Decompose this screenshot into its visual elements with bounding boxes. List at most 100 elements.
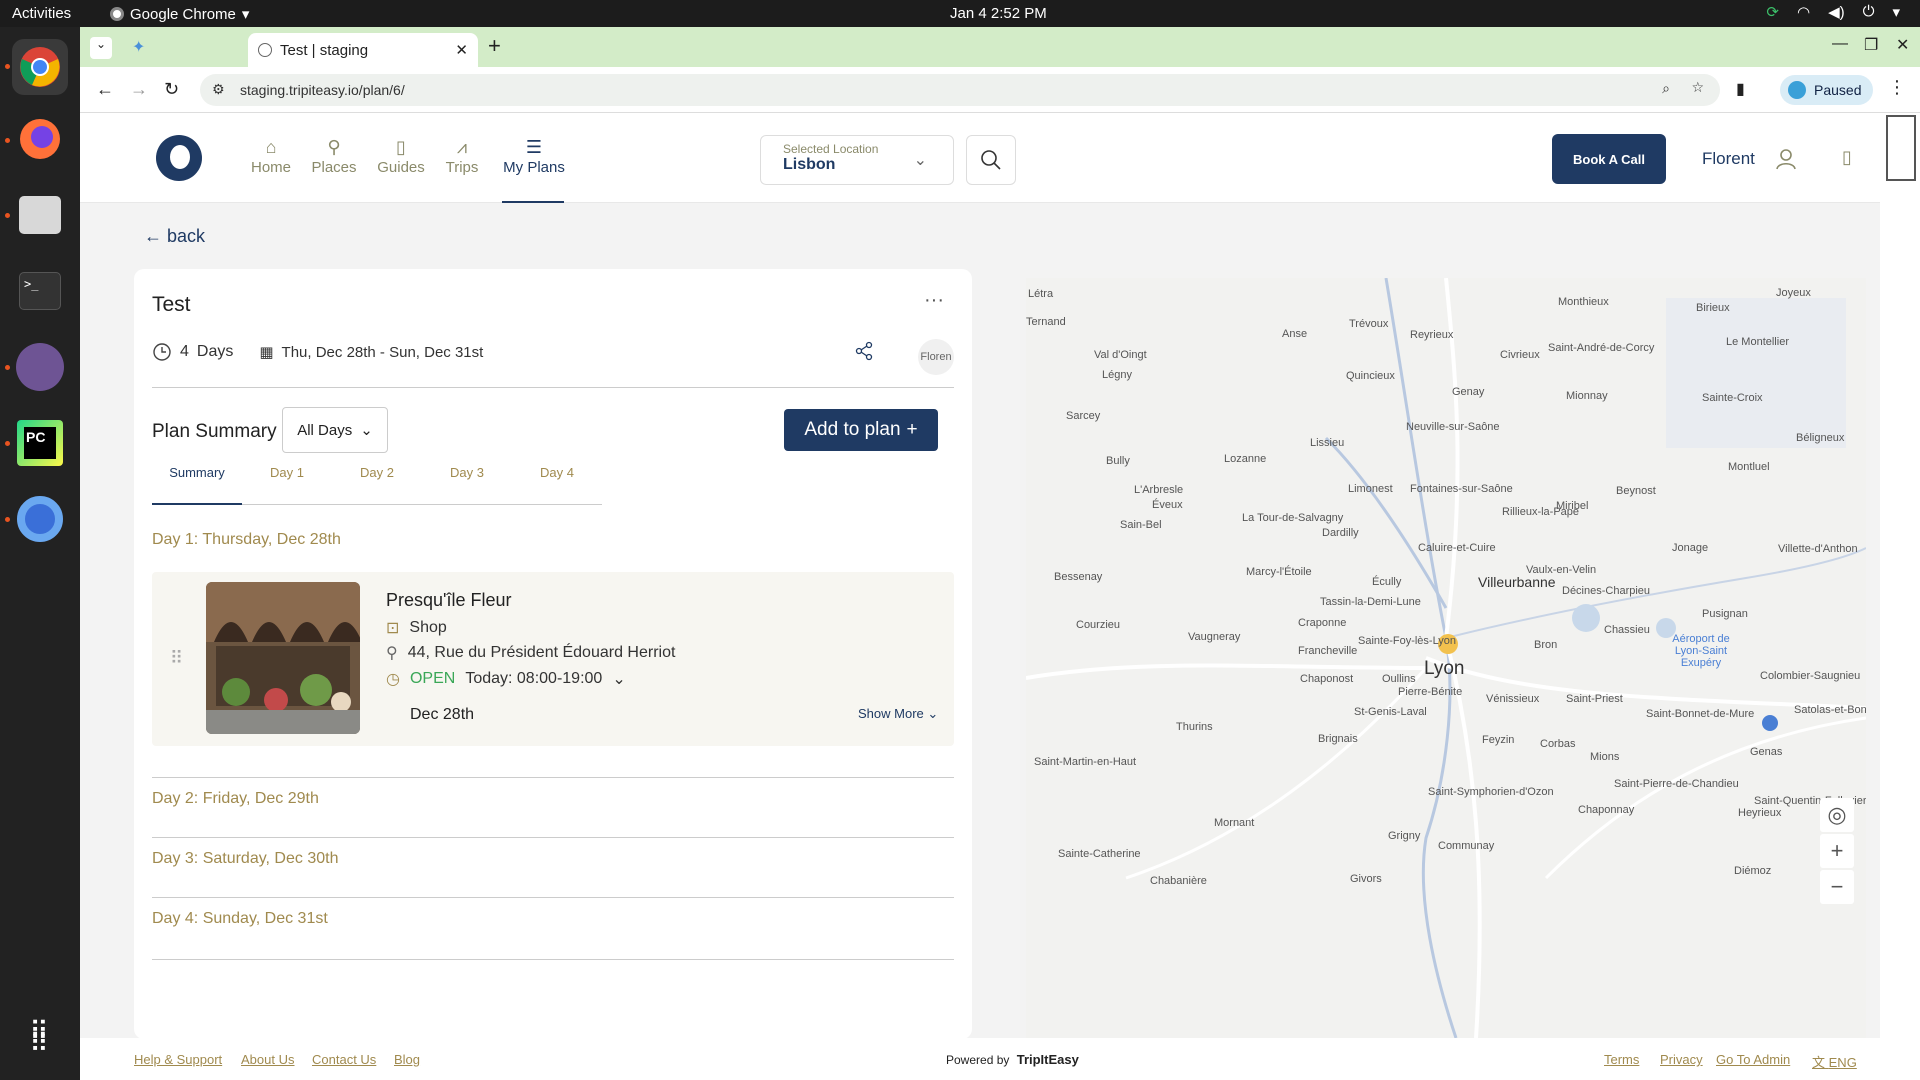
place-hours[interactable]: ◷ OPEN Today: 08:00-19:00 ⌄ xyxy=(386,669,626,689)
back-link[interactable]: ← back xyxy=(144,226,205,247)
address-bar[interactable]: ⚙ staging.tripiteasy.io/plan/6/ ⌕ ☆ xyxy=(200,74,1720,106)
home-icon: ⌂ xyxy=(265,137,277,157)
running-indicator xyxy=(5,517,10,522)
system-tray[interactable]: ⟳ ◠ ◀) ⏻ ▾ xyxy=(1766,3,1900,21)
map-place-label: Francheville xyxy=(1298,645,1358,657)
minimize-icon[interactable]: — xyxy=(1832,35,1848,53)
chrome-dock-icon[interactable] xyxy=(12,39,68,95)
nav-my-plans[interactable]: ☰ My Plans xyxy=(502,137,566,176)
tab-day-4[interactable]: Day 4 xyxy=(512,465,602,505)
browser-tab-active[interactable]: Test | staging ✕ xyxy=(248,33,478,67)
door-icon[interactable]: ▯ xyxy=(1842,147,1852,168)
firefox-dock-icon[interactable] xyxy=(12,111,68,167)
plan-meta: 4 Days ▦ Thu, Dec 28th - Sun, Dec 31st xyxy=(152,342,483,362)
search-button[interactable] xyxy=(966,135,1016,185)
nav-places[interactable]: ⚲ Places xyxy=(310,137,358,176)
map-place-label: Feyzin xyxy=(1482,734,1515,746)
road-icon: ⩘ xyxy=(456,137,468,157)
user-icon[interactable] xyxy=(1774,147,1798,171)
new-tab-button[interactable]: + xyxy=(488,33,501,59)
github-dock-icon[interactable] xyxy=(12,339,68,395)
map-pin-icon: ⚲ xyxy=(327,137,341,157)
tab-search-icon[interactable]: ⌄ xyxy=(90,37,112,59)
profile-button[interactable]: Paused xyxy=(1780,75,1874,105)
tab-summary[interactable]: Summary xyxy=(152,465,242,505)
reload-icon[interactable]: ↻ xyxy=(164,79,179,100)
footer-link-privacy[interactable]: Privacy xyxy=(1660,1052,1703,1067)
add-to-plan-button[interactable]: Add to plan + xyxy=(784,409,938,451)
brand-name[interactable]: TripItEasy xyxy=(1017,1052,1079,1067)
bookmark-star-icon[interactable]: ☆ xyxy=(1691,79,1704,96)
open-status: OPEN xyxy=(409,670,456,687)
zoom-in-button[interactable]: + xyxy=(1820,834,1854,868)
footer-link-help[interactable]: Help & Support xyxy=(134,1052,222,1067)
extension-tab-icon[interactable]: ✦ xyxy=(132,37,145,57)
site-logo[interactable] xyxy=(156,135,202,181)
powered-by: Powered by TripItEasy xyxy=(946,1052,1079,1067)
language-selector[interactable]: 文 ENG xyxy=(1812,1052,1857,1071)
user-name[interactable]: Florent xyxy=(1702,149,1755,169)
map-place-label: Vaugneray xyxy=(1188,631,1241,643)
footer-link-contact[interactable]: Contact Us xyxy=(312,1052,376,1067)
day-heading[interactable]: Day 2: Friday, Dec 29th xyxy=(152,790,319,808)
map-place-label: Brignais xyxy=(1318,733,1358,745)
map-place-label: Marcy-l'Étoile xyxy=(1246,566,1312,578)
avatar[interactable]: Floren xyxy=(918,339,954,375)
chevron-down-icon: ▾ xyxy=(241,6,250,23)
map-place-label: Éveux xyxy=(1152,499,1183,511)
share-icon[interactable] xyxy=(854,341,874,361)
show-apps-icon[interactable]: ⠿ ⠿ xyxy=(12,1017,68,1073)
book-call-button[interactable]: Book A Call xyxy=(1552,134,1666,184)
footer-link-about[interactable]: About Us xyxy=(241,1052,294,1067)
kebab-menu-icon[interactable]: ⋮ xyxy=(1888,77,1906,98)
forward-arrow-icon[interactable]: → xyxy=(130,79,148,100)
tab-day-2[interactable]: Day 2 xyxy=(332,465,422,505)
maximize-icon[interactable]: ❐ xyxy=(1864,35,1878,55)
window-close-icon[interactable]: ✕ xyxy=(1896,35,1909,55)
day-heading[interactable]: Day 3: Saturday, Dec 30th xyxy=(152,850,338,868)
drag-handle-icon[interactable]: ⠿ xyxy=(170,648,183,669)
footer-link-blog[interactable]: Blog xyxy=(394,1052,420,1067)
map-place-label: Tassin-la-Demi-Lune xyxy=(1320,596,1421,608)
footer-link-terms[interactable]: Terms xyxy=(1604,1052,1639,1067)
show-more-button[interactable]: Show More ⌄ xyxy=(858,706,938,722)
shop-icon: ⊡ xyxy=(386,620,400,637)
my-location-button[interactable]: ◎ xyxy=(1820,798,1854,832)
more-options-icon[interactable]: ··· xyxy=(924,289,944,312)
files-dock-icon[interactable] xyxy=(12,187,68,243)
footer-link-admin[interactable]: Go To Admin xyxy=(1716,1052,1790,1067)
day-filter-select[interactable]: All Days ⌄ xyxy=(282,407,388,453)
map-place-label: Chaponost xyxy=(1300,673,1354,685)
running-indicator xyxy=(5,64,10,69)
back-arrow-icon[interactable]: ← xyxy=(96,79,114,100)
map-place-label: Bessenay xyxy=(1054,571,1103,583)
pycharm-dock-icon[interactable]: PC xyxy=(12,415,68,471)
nav-trips[interactable]: ⩘ Trips xyxy=(444,137,480,176)
location-selector[interactable]: Selected Location Lisbon ⌄ xyxy=(760,135,954,185)
day-heading[interactable]: Day 4: Sunday, Dec 31st xyxy=(152,910,328,928)
terminal-dock-icon[interactable]: >_ xyxy=(12,263,68,319)
hours-text: Today: 08:00-19:00 xyxy=(465,670,603,687)
tab-day-1[interactable]: Day 1 xyxy=(242,465,332,505)
place-name[interactable]: Presqu'île Fleur xyxy=(386,590,512,611)
browser-toolbar: ← → ↻ ⚙ staging.tripiteasy.io/plan/6/ ⌕ … xyxy=(80,67,1920,113)
site-info-icon[interactable]: ⚙ xyxy=(212,81,225,98)
plan-item[interactable]: ⠿ Presqu'île Fleur ⊡ Shop ⚲ 44, Rue du P… xyxy=(152,572,954,746)
zoom-icon[interactable]: ⌕ xyxy=(1662,80,1670,97)
app-menu[interactable]: Google Chrome ▾ xyxy=(110,5,249,23)
nav-home[interactable]: ⌂ Home xyxy=(250,137,292,176)
plan-tabs: Summary Day 1 Day 2 Day 3 Day 4 xyxy=(152,465,602,505)
nav-guides[interactable]: ▯ Guides xyxy=(376,137,426,176)
side-panel-icon[interactable]: ▮ xyxy=(1736,79,1745,99)
plan-summary-label: Plan Summary xyxy=(152,421,277,442)
activities-button[interactable]: Activities xyxy=(12,5,71,22)
close-icon[interactable]: ✕ xyxy=(455,41,468,59)
map[interactable]: Lyon Létra Ternand Anse Trévoux Reyrieux… xyxy=(1026,278,1866,1038)
dbdt-side-tab[interactable] xyxy=(1886,115,1916,181)
tab-day-3[interactable]: Day 3 xyxy=(422,465,512,505)
zoom-out-button[interactable]: − xyxy=(1820,870,1854,904)
map-place-label: Fontaines-sur-Saône xyxy=(1410,483,1513,495)
app-dock-icon[interactable] xyxy=(12,491,68,547)
day-heading[interactable]: Day 1: Thursday, Dec 28th xyxy=(152,531,341,549)
clock[interactable]: Jan 4 2:52 PM xyxy=(950,5,1047,22)
